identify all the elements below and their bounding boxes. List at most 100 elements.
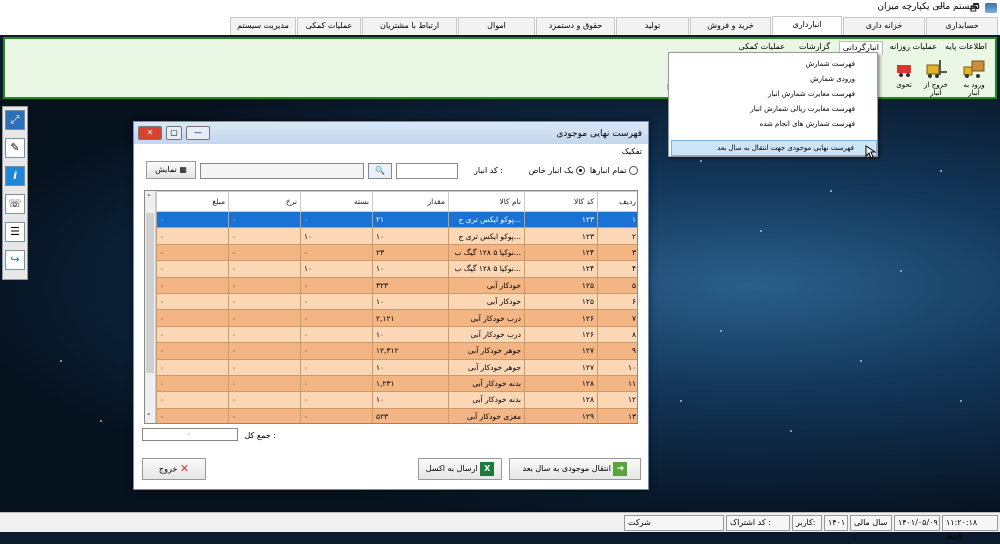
warehouse-entry-button[interactable]: ورود به انبار	[957, 57, 991, 97]
cell-item-code: ۱۲۷	[524, 342, 598, 360]
table-row[interactable]: ۰ ۰ ۰ ۱۰ بدنه خودکار آبی ۱۲۸ ۱۲	[156, 391, 637, 409]
cell-package: ۰	[300, 210, 373, 229]
window-title: سیستم مالی یکپارچه میزان	[877, 2, 980, 12]
transfer-inventory-button[interactable]: انتقال موجودی به سال بعد ➜	[509, 458, 641, 480]
table-row[interactable]: ۰ ۰ ۰ ۱۰ درب خودکار آبی ۱۲۶ ۸	[156, 325, 637, 344]
dialog-minimize-icon[interactable]: —	[186, 126, 210, 140]
cell-item-code: ۱۲۸	[524, 374, 598, 393]
cell-item-name: پوکو ایکس تری ج...	[448, 210, 525, 229]
table-row[interactable]: ۰ ۰ ۰ ۱,۲۳۱ بدنه خودکار آبی ۱۲۸ ۱۱	[156, 374, 637, 393]
pen-icon[interactable]: ✎	[5, 138, 25, 158]
table-row[interactable]: ۰ ۰ ۰ ۱۰ جوهر خودکار آبی ۱۲۷ ۱۰	[156, 358, 637, 376]
cell-amount: ۰	[156, 243, 229, 262]
cell-package: ۰	[300, 276, 373, 294]
cell-item-code: ۱۲۶	[524, 309, 598, 327]
notes-icon[interactable]: ☰	[5, 222, 25, 242]
menu-production[interactable]: تولید	[616, 17, 689, 35]
cell-amount: ۰	[156, 210, 229, 229]
grid-scrollbar[interactable]: ˄ ˅	[145, 191, 156, 423]
radio-one-icon[interactable]	[576, 166, 585, 175]
menu-purchase-sales[interactable]: خرید و فروش	[690, 17, 771, 35]
subtab-basic-info[interactable]: اطلاعات پایه	[945, 41, 987, 55]
show-button[interactable]: نمایش ▦	[146, 161, 196, 179]
final-inventory-dialog: فهرست نهایی موجودی ✕ ▢ — تفکیک تمام انبا…	[133, 121, 649, 490]
status-date: ۱۴۰۱/۰۵/۰۹	[894, 515, 940, 531]
radio-all-warehouses[interactable]: تمام انبارها	[590, 166, 638, 175]
exit-button[interactable]: خروج ✕	[142, 458, 206, 480]
cell-item-name: درب خودکار آبی	[448, 309, 525, 327]
delivery-label: تحوی	[896, 81, 912, 89]
col-amount[interactable]: مبلغ	[156, 191, 229, 212]
status-time: ۱۱:۲۰:۱۸ ق.ظ	[942, 515, 998, 541]
table-row[interactable]: ۰ ۰ ۱۰ ۱۰ نوکیا ۵ ۱۲۸ گیگ ب... ۱۲۴ ۴	[156, 260, 637, 278]
dropdown-count-list[interactable]: فهرست شمارش	[806, 57, 855, 71]
subtab-daily-ops[interactable]: عملیات روزانه	[890, 41, 937, 55]
scroll-down-icon[interactable]: ˅	[147, 413, 151, 421]
menu-assets[interactable]: اموال	[458, 17, 535, 35]
scroll-thumb[interactable]	[146, 213, 154, 373]
status-bar: ۱۱:۲۰:۱۸ ق.ظ ۱۴۰۱/۰۵/۰۹ سال مالی : ۱۴۰۱ …	[0, 512, 1000, 541]
menu-auxiliary[interactable]: عملیات کمکی	[297, 17, 361, 35]
minimize-button[interactable]: —	[935, 1, 945, 12]
cell-row: ۵	[597, 276, 637, 294]
table-row[interactable]: ۰ ۰ ۰ ۲,۱۲۱ درب خودکار آبی ۱۲۶ ۷	[156, 309, 637, 327]
warehouse-exit-button[interactable]: خروج از انبار	[919, 57, 953, 97]
menu-crm[interactable]: ارتباط با مشتریان	[362, 17, 457, 35]
menu-treasury[interactable]: خزانه داری	[843, 17, 925, 35]
dropdown-count-entry[interactable]: ورودی شمارش	[810, 72, 855, 86]
cell-item-code: ۱۲۵	[524, 292, 598, 311]
search-icon[interactable]: 🔍	[368, 163, 392, 179]
cell-row: ۱۲	[597, 391, 637, 409]
cell-rate: ۰	[228, 325, 301, 344]
radio-all-icon[interactable]	[629, 166, 638, 175]
left-toolbar: ⤢ ✎ i ☏ ☰ ↪	[2, 106, 28, 280]
expand-icon[interactable]: ⤢	[5, 110, 25, 130]
cell-amount: ۰	[156, 374, 229, 393]
table-row[interactable]: ۰ ۰ ۱۰ ۱۰ پوکو ایکس تری ج... ۱۲۳ ۲	[156, 227, 637, 245]
cell-amount: ۰	[156, 309, 229, 327]
status-fiscal-year: ۱۴۰۱	[824, 515, 848, 531]
excel-export-button[interactable]: ارسال به اکسل X	[418, 458, 502, 480]
cell-package: ۰	[300, 391, 373, 409]
inventory-table: مبلغ نرخ بسته مقدار نام کالا کد کالا ردی…	[156, 191, 637, 423]
col-item-name[interactable]: نام کالا	[448, 191, 525, 212]
dialog-maximize-icon[interactable]: ▢	[166, 126, 182, 140]
dropdown-completed-counts[interactable]: فهرست شمارش های انجام شده	[760, 117, 855, 131]
table-row[interactable]: ۰ ۰ ۰ ۳۲۳ خودکار آبی ۱۲۵ ۵	[156, 276, 637, 294]
inventory-grid: ˄ ˅ مبلغ نرخ بسته مقدار نام کالا کد کالا…	[144, 190, 638, 424]
transfer-label: انتقال موجودی به سال بعد	[522, 464, 611, 473]
dropdown-final-inventory[interactable]: فهرست نهایی موجودی جهت انتقال به سال بعد	[671, 140, 877, 156]
table-row[interactable]: ۰ ۰ ۰ ۲۳ نوکیا ۵ ۱۲۸ گیگ ب... ۱۲۴ ۳	[156, 243, 637, 262]
col-item-code[interactable]: کد کالا	[524, 191, 598, 212]
menu-payroll[interactable]: حقوق و دستمزد	[536, 17, 615, 35]
dropdown-rial-discrepancy[interactable]: فهرست مغایرت ریالی شمارش انبار	[750, 102, 855, 116]
warehouse-code-input[interactable]	[396, 163, 458, 179]
group-label: تفکیک	[621, 147, 642, 156]
table-row[interactable]: ۰ ۰ ۰ ۵۲۳ مغزی خودکار آبی ۱۲۹ ۱۳	[156, 407, 637, 423]
table-row[interactable]: ۰ ۰ ۰ ۱۰ خودکار آبی ۱۲۵ ۶	[156, 292, 637, 311]
cell-item-name: پوکو ایکس تری ج...	[448, 227, 525, 245]
col-rate[interactable]: نرخ	[228, 191, 301, 212]
col-quantity[interactable]: مقدار	[372, 191, 449, 212]
delivery-button[interactable]: تحوی	[893, 57, 915, 89]
exit-x-icon: ✕	[179, 462, 190, 475]
radio-one-warehouse[interactable]: یک انبار خاص	[529, 166, 585, 175]
cell-amount: ۰	[156, 358, 229, 376]
stocktaking-dropdown: فهرست شمارش ورودی شمارش فهرست مغایرت شما…	[668, 52, 878, 159]
dropdown-count-discrepancy[interactable]: فهرست مغایرت شمارش انبار	[768, 87, 855, 101]
table-row[interactable]: ۰ ۰ ۰ ۲۱ پوکو ایکس تری ج... ۱۲۳ ۱	[156, 210, 637, 229]
info-icon[interactable]: i	[5, 166, 25, 186]
logout-icon[interactable]: ↪	[5, 250, 25, 270]
col-row[interactable]: ردیف	[597, 191, 637, 212]
menu-system-admin[interactable]: مدیریت سیستم	[230, 17, 296, 35]
dialog-close-icon[interactable]: ✕	[138, 126, 162, 140]
radio-one-label: یک انبار خاص	[528, 166, 574, 175]
phone-icon[interactable]: ☏	[5, 194, 25, 214]
menu-accounting[interactable]: حسابداری	[926, 17, 998, 35]
table-row[interactable]: ۰ ۰ ۰ ۱۲,۳۱۲ جوهر خودکار آبی ۱۲۷ ۹	[156, 342, 637, 360]
cell-rate: ۰	[228, 210, 301, 229]
scroll-up-icon[interactable]: ˄	[147, 194, 151, 202]
status-company: شرکت	[624, 515, 724, 531]
menu-warehouse[interactable]: انبارداری	[772, 16, 842, 35]
col-package[interactable]: بسته	[300, 191, 373, 212]
